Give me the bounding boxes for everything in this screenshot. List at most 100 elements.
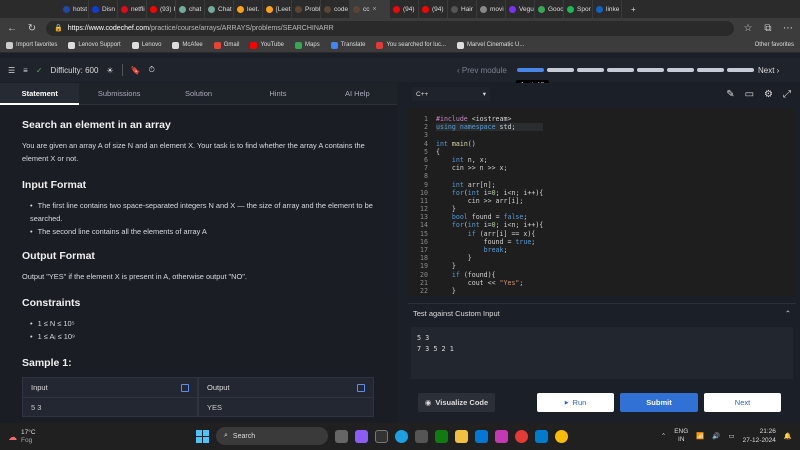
line-numbers: 1 2 3 4 5 6 7 8 9 10 11 12 13 14 15 16 17 18 19 20 21 22 xyxy=(408,115,428,295)
browser-tab[interactable]: netfli xyxy=(118,0,147,18)
code-editor[interactable]: 1 2 3 4 5 6 7 8 9 10 11 12 13 14 15 16 17 18 19 20 21 22 #inc… xyxy=(408,108,796,296)
bookmark-item[interactable]: Translate xyxy=(330,41,366,49)
menu-dots-icon[interactable]: ⋯ xyxy=(782,23,794,34)
magic-wand-icon[interactable]: ✎ xyxy=(726,89,734,100)
browser-tab[interactable]: hotst xyxy=(60,0,89,18)
other-favorites[interactable]: Other favorites xyxy=(755,42,794,48)
bookmark-item[interactable]: Maps xyxy=(295,41,320,49)
list-icon[interactable]: ≡ xyxy=(23,66,28,75)
language-select[interactable]: C++ ▾ xyxy=(412,87,490,101)
browser-tab[interactable]: (94) xyxy=(390,0,419,18)
browser-tab[interactable]: code xyxy=(321,0,350,18)
submit-button[interactable]: Submit xyxy=(620,393,698,412)
windows-start-icon[interactable] xyxy=(196,429,209,443)
timer-icon[interactable]: ⏱ xyxy=(149,65,155,75)
browser-tab[interactable]: Gooc xyxy=(535,0,564,18)
visualize-code-button[interactable]: ◉ Visualize Code xyxy=(418,393,495,412)
star-icon[interactable]: ☆ xyxy=(742,23,754,34)
progress-segment[interactable] xyxy=(727,68,754,72)
browser-tab[interactable]: Probl xyxy=(292,0,321,18)
next-button[interactable]: Next xyxy=(704,393,781,412)
copy-icon[interactable] xyxy=(357,383,365,392)
browser-tab[interactable]: cc × xyxy=(350,0,390,18)
clock[interactable]: 21:26 27-12-2024 xyxy=(743,427,776,445)
browser-tab[interactable]: (94) xyxy=(419,0,448,18)
taskbar-search[interactable]: ⌕ Search xyxy=(216,427,328,445)
progress-segment[interactable] xyxy=(667,68,694,72)
back-icon[interactable]: ← xyxy=(6,23,18,34)
vscode-icon[interactable] xyxy=(535,429,548,443)
browser-tab[interactable]: Vegu xyxy=(506,0,535,18)
bookmark-item[interactable]: Lenovo Support xyxy=(68,41,121,49)
url-field[interactable]: 🔒 https://www.codechef.com/practice/cour… xyxy=(46,20,734,36)
app-icon[interactable] xyxy=(495,429,508,443)
next-module-button[interactable]: Next › xyxy=(758,66,779,75)
progress-segment[interactable] xyxy=(577,68,604,72)
terminal-icon[interactable] xyxy=(375,429,388,443)
tab-solution[interactable]: Solution xyxy=(159,83,238,105)
extensions-icon[interactable]: ⧉ xyxy=(762,23,774,34)
custom-input-field[interactable]: 5 3 7 3 5 2 1 xyxy=(411,327,793,379)
bookmark-item[interactable]: You searched for luc... xyxy=(376,41,446,49)
language-indicator[interactable]: ENG xyxy=(674,428,688,436)
copilot-icon[interactable] xyxy=(355,429,368,443)
weather-widget[interactable]: ☁ 17°C Fog xyxy=(8,429,36,445)
file-explorer-icon[interactable] xyxy=(455,429,468,443)
edge-icon[interactable] xyxy=(395,429,408,443)
hamburger-menu-icon[interactable]: ☰ xyxy=(8,66,15,75)
progress-segment[interactable] xyxy=(547,68,574,72)
lenovo-icon[interactable] xyxy=(475,429,488,443)
bookmark-icon xyxy=(213,41,221,49)
bookmark-item[interactable]: Gmail xyxy=(213,41,239,49)
battery-icon[interactable]: ▭ xyxy=(729,432,735,440)
close-icon[interactable]: × xyxy=(373,6,377,13)
bookmark-item[interactable]: Lenovo xyxy=(131,41,161,49)
progress-segment[interactable] xyxy=(697,68,724,72)
progress-segment[interactable] xyxy=(517,68,544,72)
custom-input-header[interactable]: Test against Custom Input ⌃ xyxy=(408,303,796,323)
tab-ai-help[interactable]: AI Help xyxy=(318,83,397,105)
bookmark-item[interactable]: Import favorites xyxy=(6,41,57,49)
tab-statement[interactable]: Statement xyxy=(0,83,80,105)
xbox-icon[interactable] xyxy=(435,429,448,443)
browser-tab[interactable]: Disn xyxy=(89,0,118,18)
volume-icon[interactable]: 🔊 xyxy=(712,432,720,440)
prev-module-button[interactable]: ‹ Prev module xyxy=(457,66,507,75)
bookmark-icon[interactable]: 🔖 xyxy=(131,66,141,75)
chrome-icon[interactable] xyxy=(555,429,568,443)
browser-tab[interactable]: Chat xyxy=(205,0,234,18)
run-button[interactable]: ▶ Run xyxy=(537,393,614,412)
refresh-icon[interactable]: ↻ xyxy=(26,23,38,34)
progress-segment[interactable] xyxy=(637,68,664,72)
task-view-icon[interactable] xyxy=(335,429,348,443)
comment-icon[interactable]: ▭ xyxy=(745,89,754,100)
browser-tab[interactable]: Spor xyxy=(564,0,593,18)
copy-icon[interactable] xyxy=(181,383,189,392)
wifi-icon[interactable]: 📶 xyxy=(696,432,704,440)
chevron-up-icon[interactable]: ⌃ xyxy=(661,432,666,440)
tab-hints[interactable]: Hints xyxy=(238,83,317,105)
browser-tab[interactable]: [Leet xyxy=(263,0,292,18)
bookmark-label: Translate xyxy=(340,42,366,48)
tab-submissions[interactable]: Submissions xyxy=(79,83,158,105)
browser-tab[interactable]: Hair xyxy=(448,0,477,18)
theme-sun-icon[interactable]: ☀ xyxy=(106,66,113,75)
browser-tab[interactable]: movi xyxy=(477,0,506,18)
sample-output-label: Output xyxy=(207,383,230,392)
browser-icon[interactable] xyxy=(515,429,528,443)
expand-icon[interactable]: ⤢ xyxy=(783,89,791,100)
browser-tab[interactable]: (93) I xyxy=(147,0,176,18)
store-icon[interactable] xyxy=(415,429,428,443)
browser-tab[interactable]: chat xyxy=(176,0,205,18)
bookmark-item[interactable]: McAfee xyxy=(172,41,203,49)
notification-icon[interactable]: 🔔 xyxy=(784,432,792,440)
bookmark-item[interactable]: YouTube xyxy=(250,41,284,49)
editor-actions: ◉ Visualize Code ▶ Run Submit Next xyxy=(403,393,800,417)
new-tab-icon[interactable]: + xyxy=(622,5,645,14)
gear-icon[interactable]: ⚙ xyxy=(764,89,773,100)
chevron-up-icon[interactable]: ⌃ xyxy=(785,309,791,318)
bookmark-item[interactable]: Marvel Cinematic U... xyxy=(456,41,524,49)
browser-tab[interactable]: leet. xyxy=(234,0,263,18)
progress-segment[interactable] xyxy=(607,68,634,72)
browser-tab[interactable]: linke xyxy=(593,0,622,18)
